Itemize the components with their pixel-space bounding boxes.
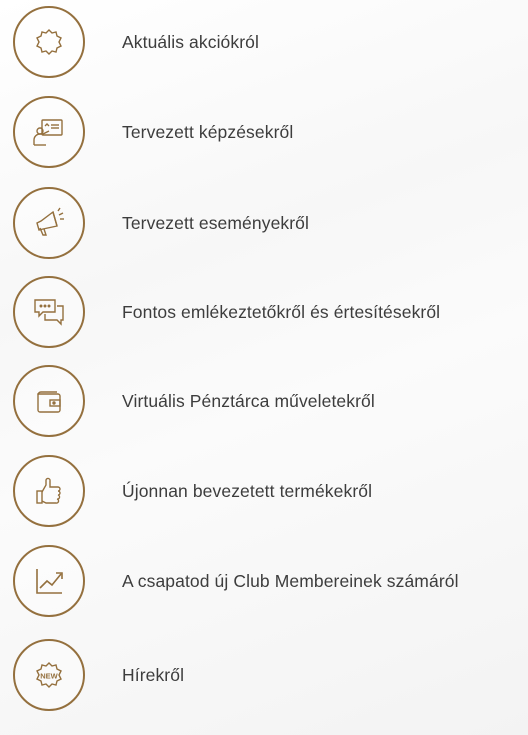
item-label: Fontos emlékeztetőkről és értesítésekről	[122, 301, 441, 322]
item-label: Hírekről	[122, 664, 185, 685]
icon-circle	[13, 96, 85, 168]
new-badge-icon: NEW	[36, 662, 62, 688]
notification-topic-list: Aktuális akciókról Tervezett képzésekről	[0, 0, 528, 735]
percent-badge-icon	[36, 29, 62, 55]
item-label: Újonnan bevezetett termékekről	[122, 480, 373, 501]
list-item-club-members[interactable]: A csapatod új Club Membereinek számáról	[13, 543, 528, 619]
list-item-events[interactable]: Tervezett eseményekről	[13, 185, 528, 261]
list-item-wallet[interactable]: Virtuális Pénztárca műveletekről	[13, 363, 528, 439]
chat-bubbles-icon	[34, 299, 64, 326]
item-label: A csapatod új Club Membereinek számáról	[122, 570, 459, 591]
icon-circle: NEW	[13, 639, 85, 711]
icon-circle	[13, 276, 85, 348]
growth-chart-icon	[36, 569, 63, 594]
new-badge-text: NEW	[40, 672, 58, 681]
thumbs-up-icon	[36, 477, 61, 504]
megaphone-icon	[36, 207, 64, 236]
list-item-reminders[interactable]: Fontos emlékeztetőkről és értesítésekről	[13, 274, 528, 350]
list-item-trainings[interactable]: Tervezett képzésekről	[13, 94, 528, 170]
icon-circle	[13, 545, 85, 617]
item-label: Tervezett eseményekről	[122, 212, 310, 233]
icon-circle	[13, 6, 85, 78]
list-item-promotions[interactable]: Aktuális akciókról	[13, 4, 528, 80]
item-label: Tervezett képzésekről	[122, 121, 294, 142]
wallet-icon	[37, 391, 61, 413]
presentation-icon	[33, 119, 63, 146]
icon-circle	[13, 455, 85, 527]
list-item-news[interactable]: NEW Hírekről	[13, 637, 528, 713]
list-item-new-products[interactable]: Újonnan bevezetett termékekről	[13, 453, 528, 529]
icon-circle	[13, 365, 85, 437]
icon-circle	[13, 187, 85, 259]
item-label: Virtuális Pénztárca műveletekről	[122, 390, 375, 411]
item-label: Aktuális akciókról	[122, 31, 259, 52]
